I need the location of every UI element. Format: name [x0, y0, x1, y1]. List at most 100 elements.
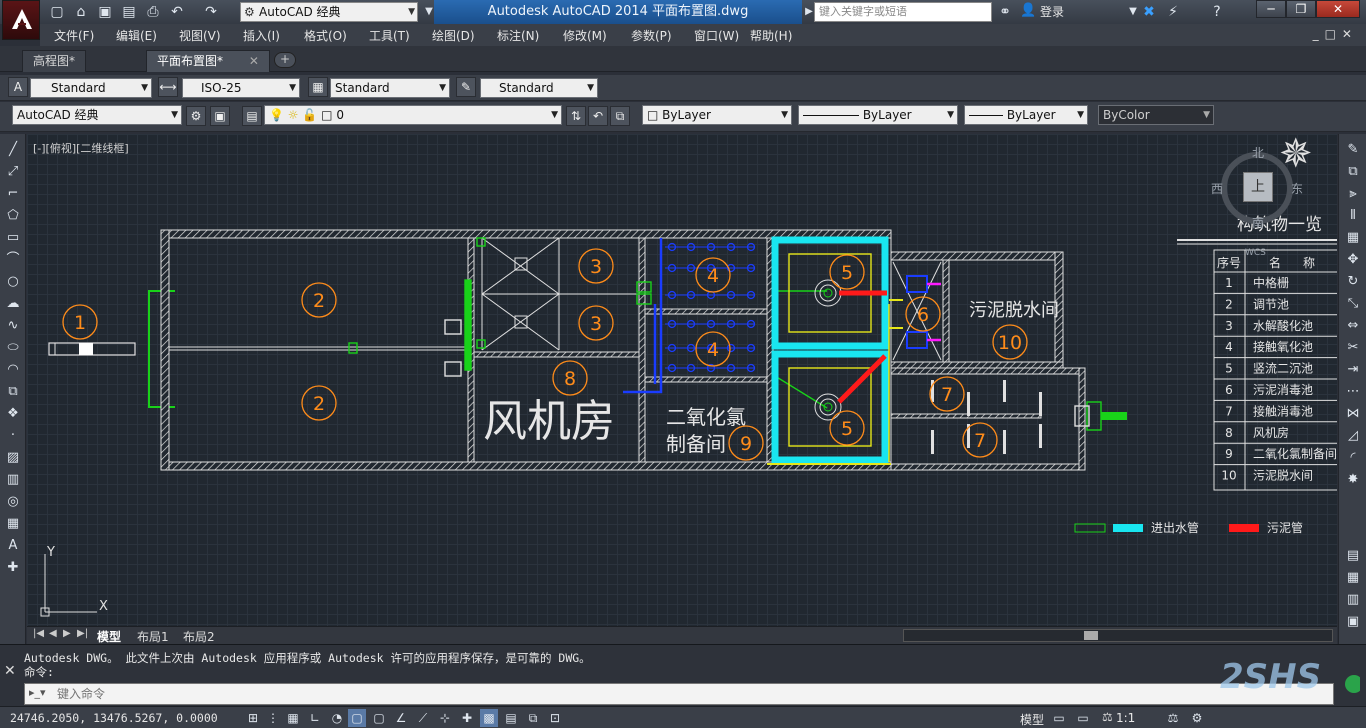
- menu-parametric[interactable]: 参数(P): [631, 27, 672, 44]
- quick-properties-icon[interactable]: ▤: [502, 709, 520, 727]
- viewcube-top-face[interactable]: 上: [1243, 172, 1273, 202]
- design-center-icon[interactable]: ▦: [1343, 568, 1363, 588]
- file-tab-plan[interactable]: 平面布置图* ✕: [146, 50, 270, 72]
- explode-icon[interactable]: ✸: [1343, 470, 1363, 490]
- circle-icon[interactable]: ○: [3, 272, 23, 292]
- transparency-icon[interactable]: ▩: [480, 709, 498, 727]
- mleader-style-select[interactable]: Standard ▼: [480, 78, 598, 98]
- command-input[interactable]: [57, 686, 1327, 702]
- polar-tracking-icon[interactable]: ◔: [328, 709, 346, 727]
- stretch-icon[interactable]: ⇔: [1343, 316, 1363, 336]
- move-icon[interactable]: ✥: [1343, 250, 1363, 270]
- region-icon[interactable]: ◎: [3, 492, 23, 512]
- stay-connected-icon[interactable]: ⚡: [1164, 3, 1182, 21]
- join-icon[interactable]: ⋈: [1343, 404, 1363, 424]
- layer-state-icon[interactable]: ⧉: [610, 106, 630, 126]
- table-style-select[interactable]: Standard ▼: [330, 78, 450, 98]
- object-snap-tracking-icon[interactable]: ∠: [392, 709, 410, 727]
- chamfer-icon[interactable]: ◿: [1343, 426, 1363, 446]
- menu-file[interactable]: 文件(F): [54, 27, 94, 44]
- add-selected-icon[interactable]: ✚: [3, 558, 23, 578]
- array-icon[interactable]: ▦: [1343, 228, 1363, 248]
- insert-block-icon[interactable]: ⧉: [3, 382, 23, 402]
- workspace-toolbar-icon[interactable]: ▣: [210, 106, 230, 126]
- help-search-input[interactable]: 键入关键字或短语: [814, 2, 992, 22]
- spline-icon[interactable]: ∿: [3, 316, 23, 336]
- menu-modify[interactable]: 修改(M): [563, 27, 607, 44]
- help-icon[interactable]: ?: [1208, 3, 1226, 21]
- menu-help[interactable]: 帮助(H): [750, 27, 792, 44]
- polyline-icon[interactable]: ⌐: [3, 184, 23, 204]
- ortho-mode-icon[interactable]: ∟: [306, 709, 324, 727]
- gradient-icon[interactable]: ▥: [3, 470, 23, 490]
- user-icon[interactable]: 👤: [1020, 3, 1036, 18]
- trim-icon[interactable]: ✂: [1343, 338, 1363, 358]
- copy-icon[interactable]: ⧉: [1343, 162, 1363, 182]
- tool-palettes-icon[interactable]: ▥: [1343, 590, 1363, 610]
- save-icon[interactable]: ▣: [96, 3, 114, 21]
- annotation-visibility-icon[interactable]: ⚖: [1164, 709, 1182, 727]
- properties-icon[interactable]: ▤: [1343, 546, 1363, 566]
- viewcube-east[interactable]: 东: [1291, 180, 1303, 197]
- offset-icon[interactable]: ⫴: [1343, 206, 1363, 226]
- linetype-select[interactable]: ByLayer ▼: [798, 105, 958, 125]
- multiline-text-icon[interactable]: A: [3, 536, 23, 556]
- login-link[interactable]: 登录: [1040, 3, 1064, 20]
- table-icon[interactable]: ▦: [3, 514, 23, 534]
- layout-tab-layout1[interactable]: 布局1: [137, 628, 169, 645]
- workspace-select[interactable]: ⚙ AutoCAD 经典 ▼: [240, 2, 418, 22]
- workspace-switching-icon[interactable]: ⚙: [1188, 709, 1206, 727]
- selection-cycling-icon[interactable]: ⧉: [524, 709, 542, 727]
- drawing-canvas[interactable]: 1 2 2 3 3 4 4 5 5 6 7 7 8 9 10 风机房 二氧化氯 制备间 污泥脱水间 进出水管…: [27, 134, 1337, 626]
- rectangle-icon[interactable]: ▭: [3, 228, 23, 248]
- binoculars-icon[interactable]: ⚭: [996, 3, 1014, 21]
- plotstyle-select[interactable]: ByColor ▼: [1098, 105, 1214, 125]
- viewcube-north[interactable]: 北: [1252, 144, 1264, 161]
- menu-edit[interactable]: 编辑(E): [116, 27, 157, 44]
- nav-first-icon[interactable]: |◀: [33, 628, 44, 639]
- layer-previous-icon[interactable]: ↶: [588, 106, 608, 126]
- open-folder-icon[interactable]: ⌂: [72, 3, 90, 21]
- revision-cloud-icon[interactable]: ☁: [3, 294, 23, 314]
- menu-draw[interactable]: 绘图(D): [432, 27, 475, 44]
- make-block-icon[interactable]: ❖: [3, 404, 23, 424]
- print-icon[interactable]: ⎙: [144, 3, 162, 21]
- annotation-scale[interactable]: 1:1: [1116, 711, 1135, 725]
- break-icon[interactable]: ⋯: [1343, 382, 1363, 402]
- menu-window[interactable]: 窗口(W): [694, 27, 739, 44]
- infer-constraints-icon[interactable]: ⊞: [244, 709, 262, 727]
- workspace-select-2[interactable]: AutoCAD 经典 ▼: [12, 105, 182, 125]
- viewcube-west[interactable]: 西: [1211, 180, 1223, 197]
- annotation-monitor-icon[interactable]: ⊡: [546, 709, 564, 727]
- dim-style-icon[interactable]: ⟷: [158, 77, 178, 97]
- lineweight-select[interactable]: ByLayer ▼: [964, 105, 1088, 125]
- workspace-settings-icon[interactable]: ⚙: [186, 106, 206, 126]
- dim-style-select[interactable]: ISO-25 ▼: [182, 78, 300, 98]
- text-style-select[interactable]: Standard ▼: [30, 78, 152, 98]
- file-tab-elevation[interactable]: 高程图*: [22, 50, 87, 72]
- fillet-icon[interactable]: ◜: [1343, 448, 1363, 468]
- erase-icon[interactable]: ✎: [1343, 140, 1363, 160]
- menu-tools[interactable]: 工具(T): [369, 27, 410, 44]
- extend-icon[interactable]: ⇥: [1343, 360, 1363, 380]
- application-menu-button[interactable]: [2, 0, 40, 40]
- new-file-icon[interactable]: ▢: [48, 3, 66, 21]
- point-icon[interactable]: ·: [3, 426, 23, 446]
- nav-next-icon[interactable]: ▶: [63, 628, 71, 639]
- lineweight-display-icon[interactable]: ✚: [458, 709, 476, 727]
- command-close-icon[interactable]: ✕: [4, 663, 16, 679]
- redo-icon[interactable]: ↷: [202, 3, 220, 21]
- polygon-icon[interactable]: ⬠: [3, 206, 23, 226]
- quick-view-layouts-icon[interactable]: ▭: [1050, 709, 1068, 727]
- menu-view[interactable]: 视图(V): [179, 27, 221, 44]
- sheet-set-icon[interactable]: ▣: [1343, 612, 1363, 632]
- document-window-controls[interactable]: _□✕: [1313, 27, 1358, 41]
- viewcube-south[interactable]: 南: [1252, 214, 1264, 231]
- object-snap-icon[interactable]: ▢: [348, 709, 366, 727]
- ellipse-icon[interactable]: ⬭: [3, 338, 23, 358]
- make-current-layer-icon[interactable]: ⇅: [566, 106, 586, 126]
- exchange-icon[interactable]: ✖: [1140, 3, 1158, 21]
- close-button[interactable]: ✕: [1316, 0, 1360, 18]
- nav-last-icon[interactable]: ▶|: [77, 628, 88, 639]
- layout-tab-layout2[interactable]: 布局2: [183, 628, 215, 645]
